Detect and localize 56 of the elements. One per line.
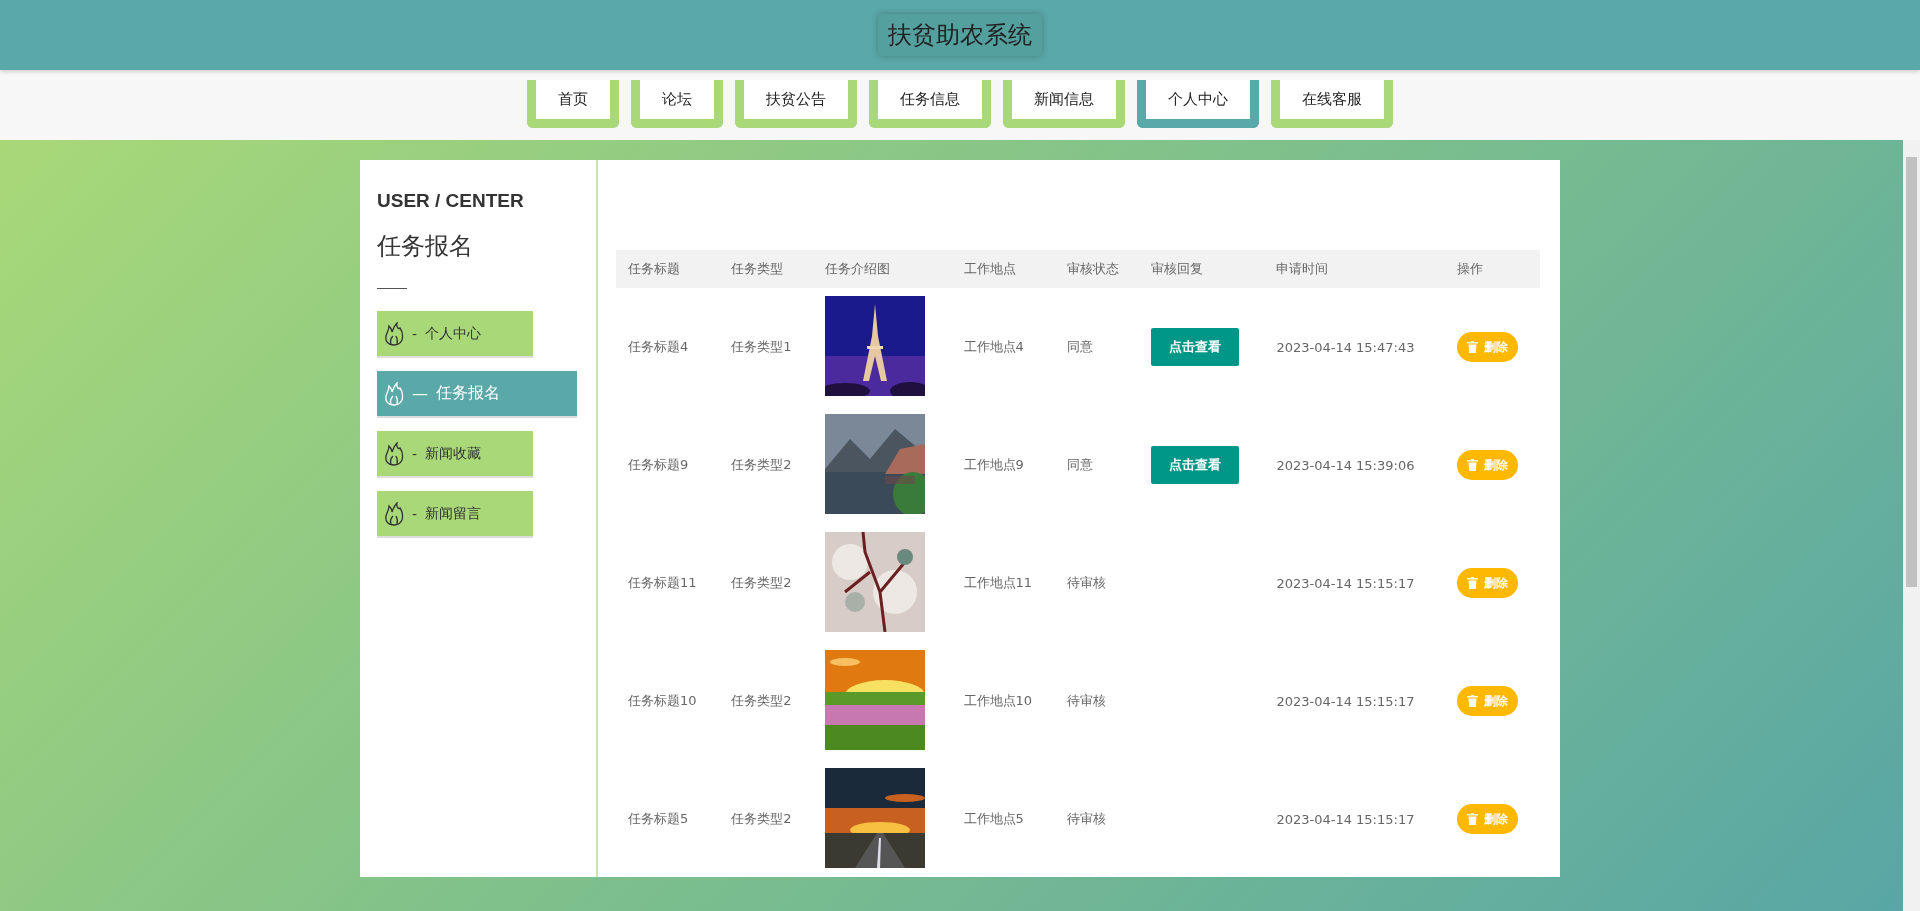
table-cell-text: 任务标题9 bbox=[627, 456, 690, 474]
nav-tab[interactable]: 任务信息 bbox=[869, 80, 991, 128]
item-dash: - bbox=[412, 505, 418, 522]
nav-tab[interactable]: 扶贫公告 bbox=[735, 80, 857, 128]
item-dash: — bbox=[412, 384, 428, 403]
table-cell: 工作地点4 bbox=[951, 288, 1055, 406]
table-cell-text: 2023-04-14 15:15:17 bbox=[1275, 574, 1416, 593]
table-cell-text: 工作地点11 bbox=[962, 574, 1034, 592]
item-dash: - bbox=[412, 445, 418, 462]
item-label: 个人中心 bbox=[425, 324, 482, 343]
view-reply-button[interactable]: 点击查看 bbox=[1151, 328, 1240, 366]
nav-tab[interactable]: 个人中心 bbox=[1137, 80, 1259, 128]
table-cell: 同意 bbox=[1054, 288, 1140, 406]
item-label: 新闻留言 bbox=[425, 504, 482, 523]
table-cell-text: 待审核 bbox=[1065, 692, 1107, 710]
column-header: 操作 bbox=[1445, 250, 1540, 288]
nav-tab[interactable]: 论坛 bbox=[631, 80, 723, 128]
table-cell-text: 同意 bbox=[1065, 456, 1094, 474]
table-cell: 任务标题4 bbox=[616, 288, 720, 406]
table-cell-text: 任务标题11 bbox=[627, 574, 698, 592]
nav-tab[interactable]: 首页 bbox=[527, 80, 619, 128]
section-caption: USER / CENTER bbox=[377, 190, 525, 212]
nav-tab[interactable]: 新闻信息 bbox=[1003, 80, 1125, 128]
table-cell-text: 任务类型2 bbox=[730, 692, 793, 710]
table-cell-text: 工作地点5 bbox=[962, 810, 1025, 828]
table-cell-text: 待审核 bbox=[1065, 574, 1107, 592]
table-cell-text: 2023-04-14 15:15:17 bbox=[1275, 692, 1416, 711]
table-cell-text: 任务标题5 bbox=[627, 810, 690, 828]
item-label: 任务报名 bbox=[436, 383, 500, 404]
sidebar-item[interactable]: - 新闻留言 bbox=[377, 491, 533, 536]
table-cell-text: 任务标题10 bbox=[627, 692, 698, 710]
nav-tab[interactable]: 在线客服 bbox=[1271, 80, 1393, 128]
table-cell-text: 工作地点10 bbox=[962, 692, 1034, 710]
table-cell-text: 任务类型2 bbox=[730, 574, 793, 592]
table-cell-text: 2023-04-14 15:15:17 bbox=[1275, 810, 1416, 829]
table-cell: 2023-04-14 15:47:43 bbox=[1264, 288, 1446, 406]
column-header: 工作地点 bbox=[951, 250, 1055, 288]
table-cell-text: 工作地点9 bbox=[962, 456, 1025, 474]
sidebar-item[interactable]: - 新闻收藏 bbox=[377, 431, 533, 476]
section-heading: 任务报名 bbox=[377, 231, 474, 262]
table-cell-text: 待审核 bbox=[1065, 810, 1107, 828]
column-header: 申请时间 bbox=[1264, 250, 1446, 288]
column-header: 审核回复 bbox=[1139, 250, 1265, 288]
column-header: 审核状态 bbox=[1054, 250, 1140, 288]
column-header: 任务类型 bbox=[719, 250, 814, 288]
site-title: 扶贫助农系统 bbox=[878, 14, 1042, 56]
column-header: 任务介绍图 bbox=[813, 250, 952, 288]
table-cell-text: 任务类型2 bbox=[730, 456, 793, 474]
item-label: 新闻收藏 bbox=[425, 444, 482, 463]
table-cell-text: 2023-04-14 15:39:06 bbox=[1275, 456, 1416, 475]
view-reply-button[interactable]: 点击查看 bbox=[1151, 446, 1240, 484]
sidebar-item[interactable]: - 个人中心 bbox=[377, 311, 533, 356]
item-dash: - bbox=[412, 325, 418, 342]
table-cell: 任务类型1 bbox=[719, 288, 814, 406]
column-header: 任务标题 bbox=[616, 250, 720, 288]
table-cell-text: 任务类型2 bbox=[730, 810, 793, 828]
